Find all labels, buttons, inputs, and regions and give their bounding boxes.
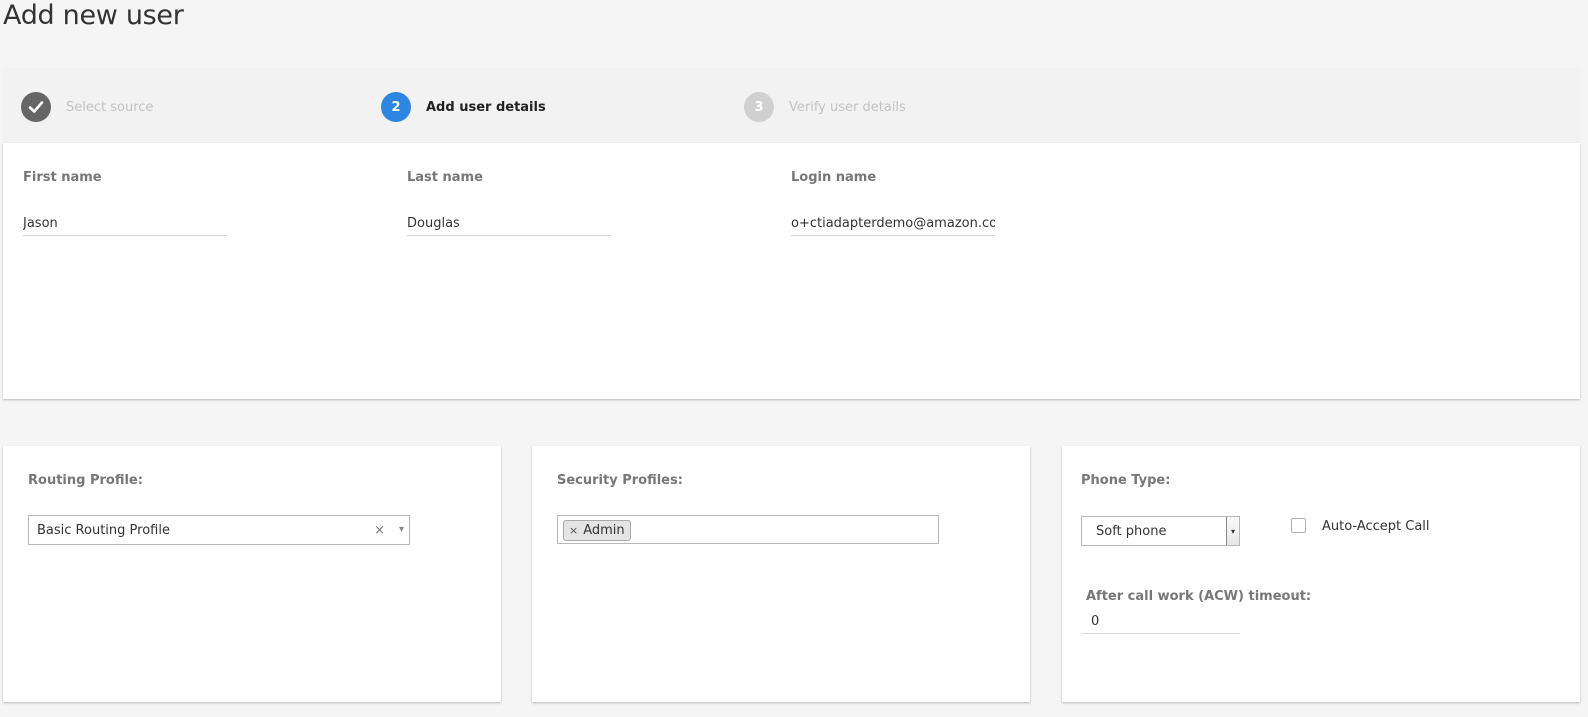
step-label: Add user details	[426, 99, 546, 115]
phone-type-value: Soft phone	[1096, 523, 1167, 539]
security-profiles-card: Security Profiles: × Admin	[532, 446, 1030, 702]
first-name-input[interactable]	[23, 212, 227, 236]
step-verify-user-details[interactable]: 3 Verify user details	[744, 92, 906, 122]
last-name-label: Last name	[407, 170, 483, 185]
acw-timeout-input[interactable]	[1081, 610, 1240, 634]
checkmark-icon	[21, 92, 51, 122]
clear-icon[interactable]: ×	[374, 523, 385, 538]
login-name-label: Login name	[791, 170, 877, 185]
acw-timeout-label: After call work (ACW) timeout:	[1086, 589, 1312, 604]
step-number-badge: 3	[744, 92, 774, 122]
step-number-badge: 2	[381, 92, 411, 122]
security-profile-tag: × Admin	[563, 520, 631, 541]
step-label: Select source	[66, 99, 154, 115]
routing-profile-select[interactable]: Basic Routing Profile × ▾	[28, 515, 410, 545]
login-name-input[interactable]	[791, 212, 995, 236]
security-profiles-label: Security Profiles:	[557, 473, 683, 488]
step-select-source[interactable]: Select source	[21, 92, 153, 122]
auto-accept-checkbox[interactable]	[1291, 518, 1306, 533]
phone-type-label: Phone Type:	[1081, 473, 1171, 488]
page-title: Add new user	[3, 0, 184, 31]
auto-accept-label[interactable]: Auto-Accept Call	[1322, 519, 1430, 534]
wizard-stepper: Select source 2 Add user details 3 Verif…	[3, 68, 1580, 143]
step-label: Verify user details	[789, 99, 906, 115]
routing-profile-label: Routing Profile:	[28, 473, 143, 488]
chevron-down-icon[interactable]: ▾	[399, 524, 404, 535]
security-profiles-multiselect[interactable]: × Admin	[557, 515, 939, 544]
user-names-card: First name Last name Login name	[3, 143, 1580, 399]
chevron-down-icon[interactable]: ▾	[1226, 517, 1239, 545]
step-add-user-details[interactable]: 2 Add user details	[381, 92, 546, 122]
routing-profile-value: Basic Routing Profile	[37, 522, 170, 538]
tag-label: Admin	[583, 523, 625, 538]
first-name-label: First name	[23, 170, 102, 185]
routing-profile-card: Routing Profile: Basic Routing Profile ×…	[3, 446, 501, 702]
phone-settings-card: Phone Type: Soft phone ▾ Auto-Accept Cal…	[1062, 446, 1580, 702]
last-name-input[interactable]	[407, 212, 611, 236]
remove-tag-icon[interactable]: ×	[569, 524, 578, 537]
phone-type-select[interactable]: Soft phone ▾	[1081, 516, 1240, 546]
